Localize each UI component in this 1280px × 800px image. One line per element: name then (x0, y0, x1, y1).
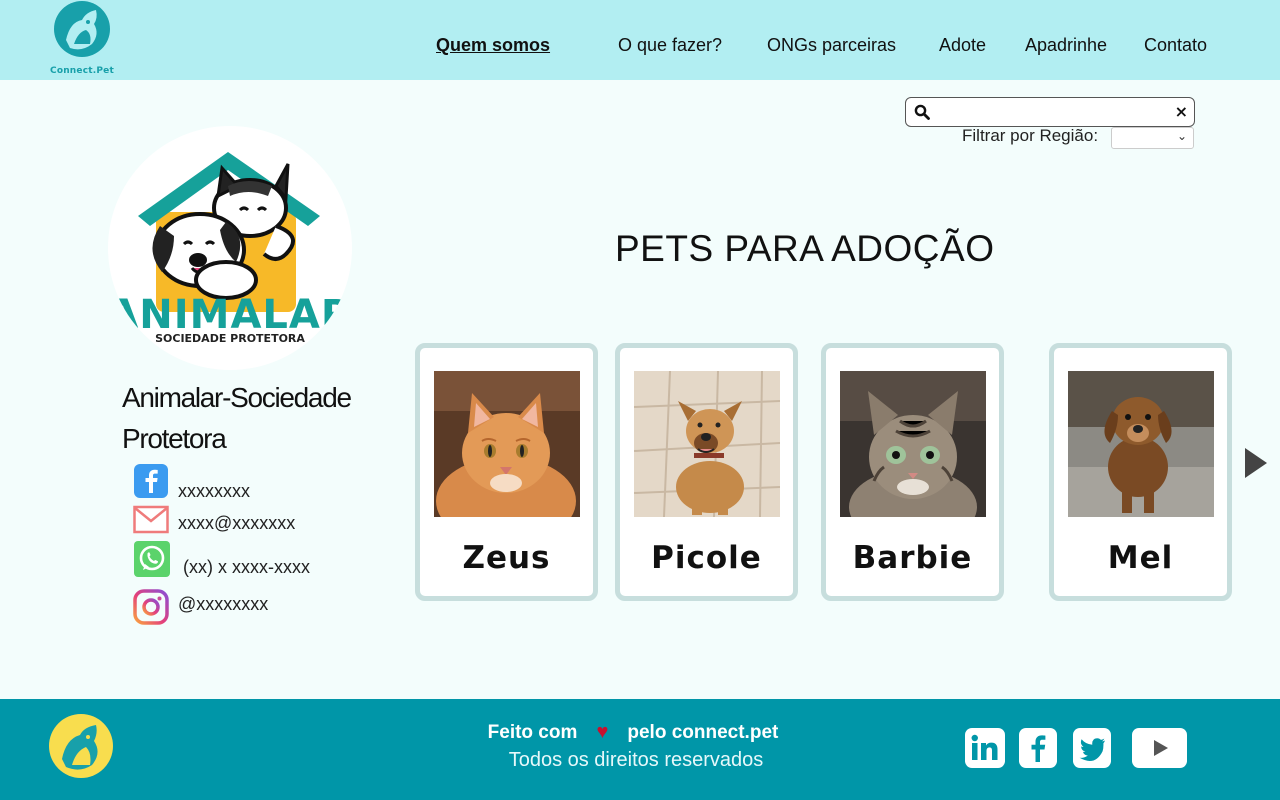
whatsapp-icon (134, 541, 170, 577)
contact-email[interactable]: xxxx@xxxxxxx (133, 505, 295, 540)
footer: Feito com ♥ pelo connect.pet Todos os dire… (0, 699, 1280, 800)
mail-icon (133, 505, 169, 534)
contact-facebook-text: xxxxxxxx (178, 481, 250, 501)
ngo-name: Animalar-Sociedade Protetora (122, 377, 402, 459)
pet-card-zeus[interactable]: Zeus (415, 343, 598, 601)
brand-name: Connect.Pet (50, 66, 114, 76)
pet-name: Zeus (462, 540, 551, 576)
clear-search-icon[interactable]: × (1175, 102, 1188, 121)
footer-made-after: pelo connect.pet (627, 722, 779, 743)
page-title: PETS PARA ADOÇÃO (615, 228, 995, 269)
chevron-down-icon: ⌄ (1176, 129, 1187, 143)
pet-name: Barbie (852, 540, 973, 576)
footer-made-before: Feito com (487, 722, 578, 743)
pet-name: Picole (651, 540, 762, 576)
nav-ongs-parceiras[interactable]: ONGs parceiras (767, 35, 896, 56)
brand-logo[interactable]: Connect.Pet (48, 0, 116, 80)
search-input[interactable] (936, 102, 1166, 122)
nav-apadrinhe[interactable]: Apadrinhe (1025, 35, 1107, 56)
contact-facebook[interactable]: xxxxxxxx (133, 463, 250, 504)
nav-o-que-fazer[interactable]: O que fazer? (618, 35, 722, 56)
twitter-icon[interactable] (1073, 728, 1111, 768)
pet-card-picole[interactable]: Picole (615, 343, 798, 601)
ngo-logo-art: ANIMALAR SOCIEDADE PROTETORA (108, 152, 352, 345)
contact-instagram-text: @xxxxxxxx (178, 594, 269, 614)
contact-whatsapp[interactable]: (xx) x xxxx-xxxx (133, 540, 310, 583)
pet-photo (840, 371, 986, 517)
instagram-icon (133, 589, 169, 625)
ngo-logo: ANIMALAR SOCIEDADE PROTETORA (108, 126, 352, 370)
brand-logo-icon (54, 1, 110, 57)
search-box: × (905, 97, 1195, 127)
carousel-next-arrow-icon[interactable] (1243, 447, 1269, 479)
pet-card-barbie[interactable]: Barbie (821, 343, 1004, 601)
search-icon (914, 104, 930, 120)
region-filter-select[interactable]: ⌄ (1111, 127, 1194, 149)
facebook-icon (134, 464, 168, 498)
facebook-footer-icon[interactable] (1019, 728, 1057, 768)
contact-instagram[interactable]: @xxxxxxxx (133, 589, 268, 630)
top-navbar: Connect.Pet Quem somos O que fazer? ONGs… (0, 0, 1280, 80)
pet-card-mel[interactable]: Mel (1049, 343, 1232, 601)
pet-name: Mel (1107, 540, 1174, 576)
ngo-logo-tagline: SOCIEDADE PROTETORA (155, 332, 305, 345)
ngo-name-line-2: Protetora (122, 423, 227, 454)
nav-adote[interactable]: Adote (939, 35, 986, 56)
pet-photo (634, 371, 780, 517)
nav-contato[interactable]: Contato (1144, 35, 1207, 56)
pet-photo (1068, 371, 1214, 517)
region-filter-label: Filtrar por Região: (962, 126, 1099, 145)
nav-quem-somos[interactable]: Quem somos (436, 35, 550, 56)
linkedin-icon[interactable] (965, 728, 1005, 768)
youtube-icon[interactable] (1132, 728, 1187, 768)
ngo-name-line-1: Animalar-Sociedade (122, 382, 352, 413)
contact-whatsapp-text: (xx) x xxxx-xxxx (183, 557, 310, 577)
pet-photo (434, 371, 580, 517)
contact-email-text: xxxx@xxxxxxx (178, 513, 296, 533)
heart-icon: ♥ (596, 721, 609, 743)
